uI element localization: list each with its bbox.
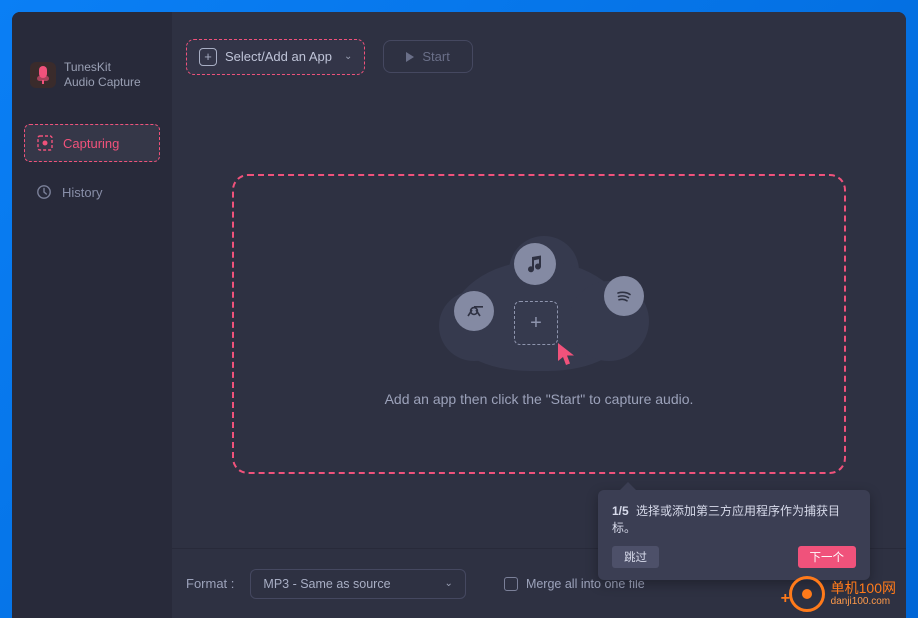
tooltip-step: 1/5 [612, 504, 629, 518]
select-app-label: Select/Add an App [225, 49, 332, 64]
format-select[interactable]: MP3 - Same as source ⌄ [250, 569, 466, 599]
start-label: Start [422, 49, 449, 64]
chevron-down-icon: ⌄ [445, 578, 453, 589]
plus-icon: + [199, 48, 217, 66]
tooltip-next-button[interactable]: 下一个 [798, 546, 857, 568]
music-icon [514, 243, 556, 285]
capture-dropzone[interactable]: + Add an app then click the "Start" to c… [232, 174, 846, 474]
cloud-illustration: + [439, 241, 639, 371]
dropzone-hint: Add an app then click the "Start" to cap… [385, 391, 694, 407]
watermark: + 单机100网 danji100.com [789, 576, 896, 612]
sidebar-item-capturing[interactable]: Capturing [24, 124, 160, 162]
watermark-sub: danji100.com [831, 596, 896, 607]
capture-icon [37, 135, 53, 151]
app-title: TunesKit Audio Capture [64, 60, 141, 90]
format-label: Format : [186, 576, 234, 591]
sidebar-item-label: Capturing [63, 136, 119, 151]
start-button[interactable]: Start [383, 40, 472, 73]
watermark-icon [789, 576, 825, 612]
app-logo-icon [30, 62, 56, 88]
history-icon [36, 184, 52, 200]
chevron-down-icon: ⌄ [344, 51, 352, 62]
sidebar-item-history[interactable]: History [24, 174, 160, 210]
format-value: MP3 - Same as source [263, 577, 390, 591]
chrome-icon [454, 291, 494, 331]
content-area: + Add an app then click the "Start" to c… [172, 102, 906, 548]
select-add-app-button[interactable]: + Select/Add an App ⌄ [186, 39, 365, 75]
add-app-placeholder[interactable]: + [514, 301, 558, 345]
play-icon [406, 52, 414, 62]
sidebar-item-label: History [62, 185, 102, 200]
topbar: + Select/Add an App ⌄ Start [172, 12, 906, 102]
sidebar: TunesKit Audio Capture Capturing History [12, 12, 172, 618]
watermark-title: 单机100网 [831, 581, 896, 596]
tooltip-text: 1/5 选择或添加第三方应用程序作为捕获目标。 [612, 502, 856, 536]
checkbox-box [504, 577, 518, 591]
cursor-icon [556, 341, 578, 372]
tooltip-skip-button[interactable]: 跳过 [612, 546, 659, 568]
onboarding-tooltip: 1/5 选择或添加第三方应用程序作为捕获目标。 跳过 下一个 [598, 490, 870, 580]
spotify-icon [604, 276, 644, 316]
app-logo-block: TunesKit Audio Capture [12, 60, 172, 118]
